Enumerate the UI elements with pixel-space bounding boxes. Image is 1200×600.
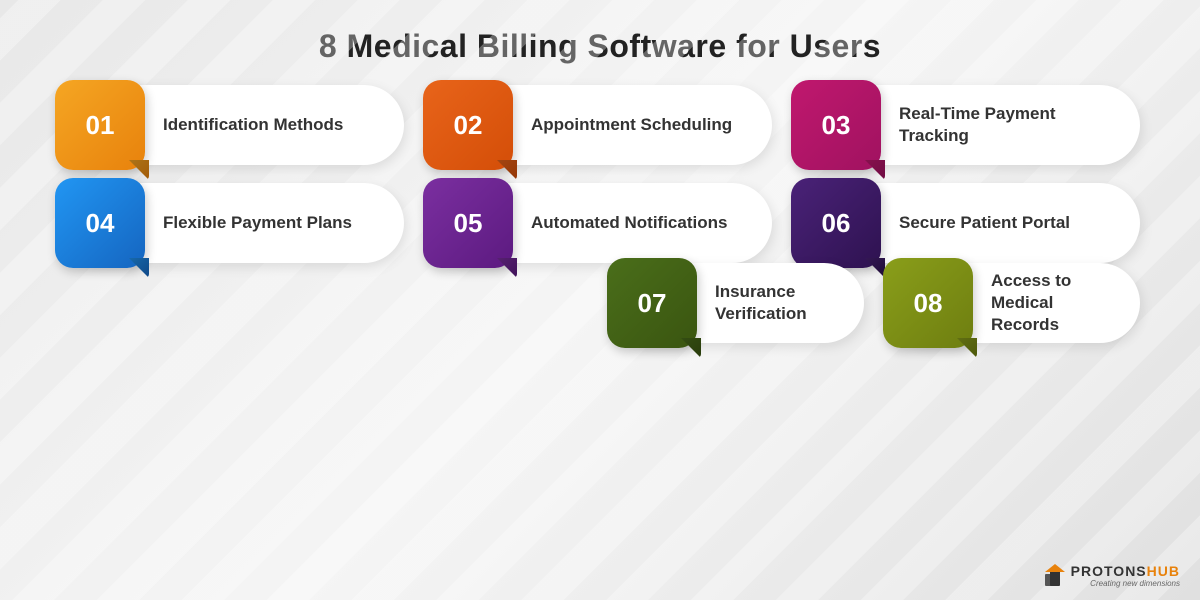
list-item: 04 Flexible Payment Plans [60,183,404,263]
item-badge: 03 [791,80,881,170]
item-label: Secure Patient Portal [881,212,1140,234]
bottom-row: 07 Insurance Verification 08 Access to M… [0,263,1200,343]
item-label: Automated Notifications [513,212,772,234]
item-label: Insurance Verification [697,281,864,325]
logo-tagline: Creating new dimensions [1071,579,1180,588]
item-badge: 06 [791,178,881,268]
items-grid: 01 Identification Methods 02 Appointment… [0,85,1200,263]
item-label: Flexible Payment Plans [145,212,404,234]
list-item: 02 Appointment Scheduling [428,85,772,165]
item-badge: 02 [423,80,513,170]
item-label: Real-Time Payment Tracking [881,103,1140,147]
item-label: Identification Methods [145,114,404,136]
list-item: 08 Access to Medical Records [888,263,1140,343]
item-label: Access to Medical Records [973,270,1140,336]
list-item: 05 Automated Notifications [428,183,772,263]
logo-brand: PROTONSHUB [1071,563,1180,579]
item-badge: 08 [883,258,973,348]
list-item: 03 Real-Time Payment Tracking [796,85,1140,165]
list-item: 06 Secure Patient Portal [796,183,1140,263]
list-item: 07 Insurance Verification [612,263,864,343]
item-badge: 07 [607,258,697,348]
item-badge: 05 [423,178,513,268]
item-label: Appointment Scheduling [513,114,772,136]
page-title: 8 Medical Billing Software for Users [0,0,1200,85]
item-badge: 01 [55,80,145,170]
item-badge: 04 [55,178,145,268]
list-item: 01 Identification Methods [60,85,404,165]
logo-icon [1043,564,1067,588]
logo: PROTONSHUB Creating new dimensions [1043,563,1180,588]
